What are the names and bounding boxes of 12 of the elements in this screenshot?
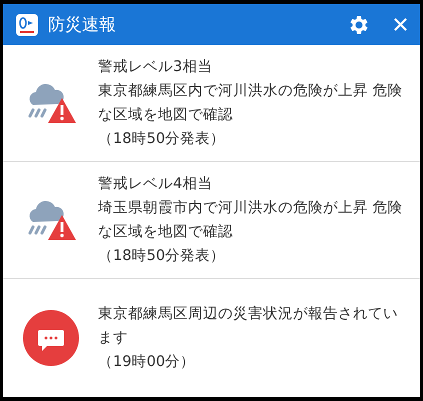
alert-level: 警戒レベル4相当 [98,174,214,194]
chat-bubble-icon [22,310,78,366]
notification-time: （18時50分発表） [98,129,226,149]
notification-message: 東京都練馬区内で河川洪水の危険が上昇 危険な区域を地図で確認 [98,81,403,125]
notification-message: 埼玉県朝霞市内で河川洪水の危険が上昇 危険な区域を地図で確認 [98,198,403,242]
app-logo-icon [16,14,38,36]
window-title: 防災速報 [48,14,117,36]
notification-time: （19時00分） [98,352,196,372]
notification-time: （18時50分発表） [98,246,226,266]
close-icon[interactable] [393,17,408,32]
alert-level: 警戒レベル3相当 [98,57,214,77]
notification-message: 東京都練馬区周辺の災害状況が報告されています [98,304,399,348]
